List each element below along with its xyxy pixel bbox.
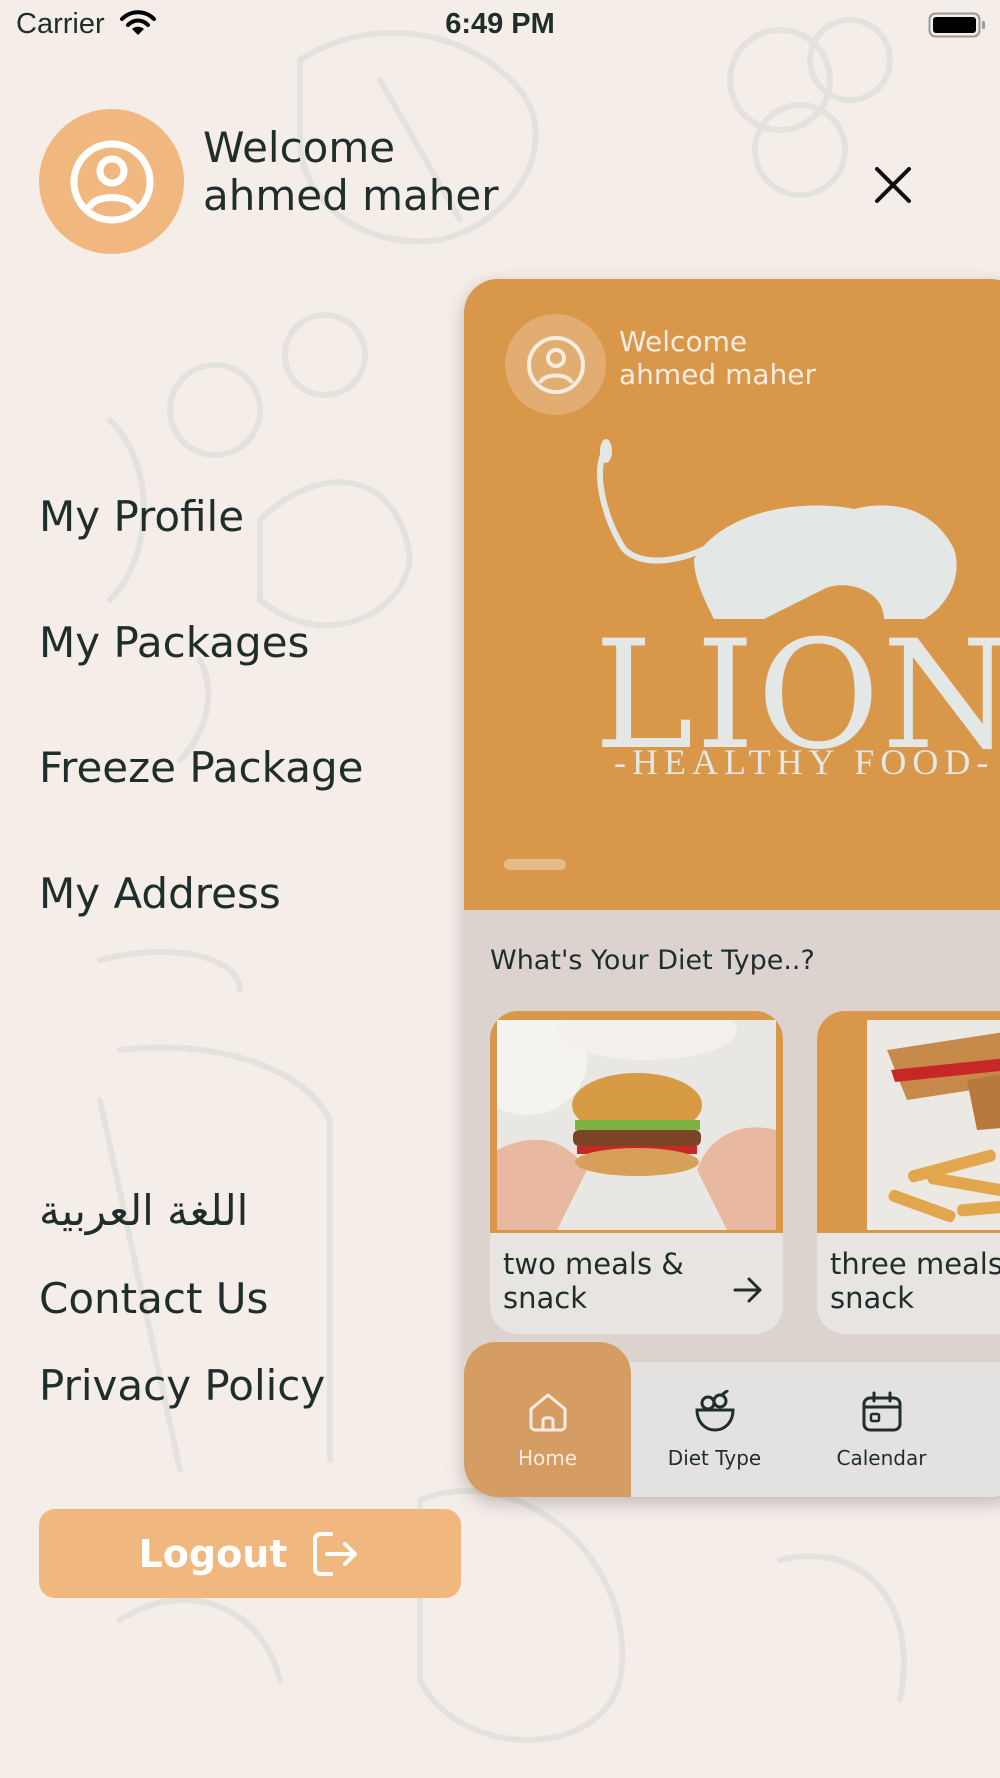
nav-tab-label: Home	[517, 1446, 578, 1470]
nav-tab-label: Diet Type	[667, 1446, 762, 1470]
preview-welcome: Welcome ahmed maher	[619, 325, 816, 391]
nav-tab-home[interactable]: Home	[464, 1362, 631, 1497]
logout-label: Logout	[138, 1531, 288, 1576]
arrow-right-icon[interactable]	[733, 1277, 763, 1303]
logout-button[interactable]: Logout	[39, 1509, 461, 1598]
welcome-line: Welcome	[203, 123, 396, 172]
banner-logo-subtitle: -HEALTHY FOOD-	[614, 742, 995, 782]
diet-card-label-line: two meals &	[503, 1247, 684, 1281]
diet-type-heading: What's Your Diet Type..?	[490, 945, 815, 976]
menu-item-arabic-language[interactable]: اللغة العربية	[39, 1186, 248, 1235]
page-indicator	[504, 859, 566, 870]
close-icon	[875, 167, 911, 203]
user-circle-icon	[526, 335, 585, 394]
banner: Welcome ahmed maher LIONS -HEALTHY FOOD-	[464, 279, 1000, 910]
diet-card-label: two meals & snack	[503, 1247, 723, 1315]
logout-icon	[313, 1531, 358, 1576]
nav-tab-label: Calendar	[836, 1446, 927, 1470]
home-icon	[529, 1393, 566, 1432]
welcome-text: Welcome ahmed maher	[203, 124, 499, 220]
nav-tab-diet-type[interactable]: Diet Type	[631, 1362, 798, 1497]
bottom-navigation: Home Diet Type Calendar	[464, 1342, 1000, 1497]
salad-bowl-icon	[694, 1390, 735, 1432]
user-circle-icon	[70, 140, 153, 223]
diet-card-label-line: three meals	[830, 1247, 1000, 1281]
menu-item-freeze-package[interactable]: Freeze Package	[39, 743, 363, 792]
menu-item-my-packages[interactable]: My Packages	[39, 618, 309, 667]
diet-card-two-meals[interactable]: two meals & snack	[490, 1011, 783, 1334]
diet-card-label: three meals snack	[830, 1247, 1000, 1315]
status-time: 6:49 PM	[445, 8, 555, 40]
menu-item-my-address[interactable]: My Address	[39, 869, 281, 918]
preview-welcome-line: Welcome	[619, 325, 748, 358]
status-bar: Carrier 6:49 PM	[0, 0, 1000, 50]
burger-photo	[497, 1020, 776, 1230]
user-name: ahmed maher	[203, 171, 499, 220]
preview-user-name: ahmed maher	[619, 358, 816, 391]
diet-card-label-line: snack	[503, 1281, 587, 1315]
battery-icon	[928, 12, 986, 43]
home-screen-preview[interactable]: Welcome ahmed maher LIONS -HEALTHY FOOD-…	[464, 279, 1000, 1497]
menu-item-my-profile[interactable]: My Profile	[39, 492, 244, 541]
nav-tab-calendar[interactable]: Calendar	[798, 1362, 965, 1497]
diet-card-three-meals[interactable]: three meals snack	[817, 1011, 1000, 1334]
lion-logo-icon	[596, 439, 957, 619]
diet-card-label-line: snack	[830, 1281, 914, 1315]
close-button[interactable]	[872, 164, 914, 206]
menu-item-privacy-policy[interactable]: Privacy Policy	[39, 1361, 325, 1410]
menu-item-contact-us[interactable]: Contact Us	[39, 1274, 268, 1323]
user-avatar[interactable]	[39, 109, 184, 254]
sandwich-photo	[867, 1020, 1000, 1230]
preview-avatar	[505, 314, 606, 415]
calendar-icon	[862, 1391, 901, 1432]
